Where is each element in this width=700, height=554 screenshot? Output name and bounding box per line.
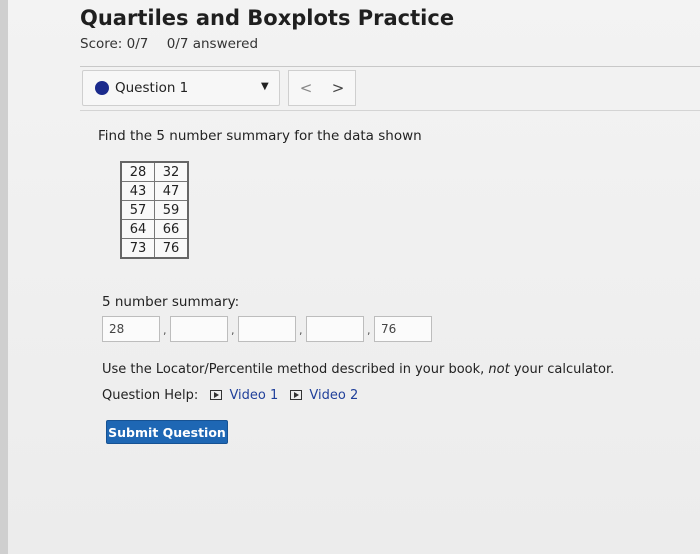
next-question-button[interactable]: > bbox=[325, 78, 351, 98]
question-nav-group: < > bbox=[288, 70, 356, 106]
question-status-dot-icon bbox=[95, 81, 109, 95]
video-2-link[interactable]: Video 2 bbox=[309, 388, 358, 403]
min-input[interactable] bbox=[102, 316, 160, 342]
data-table: 28 32 43 47 57 59 64 66 73 76 bbox=[120, 161, 189, 259]
separator: , bbox=[231, 324, 235, 337]
question-help: Question Help: Video 1 Video 2 bbox=[102, 388, 358, 403]
q1-input[interactable] bbox=[170, 316, 228, 342]
table-cell: 43 bbox=[120, 181, 155, 201]
page: Quartiles and Boxplots Practice Score: 0… bbox=[0, 0, 700, 554]
table-cell: 64 bbox=[120, 219, 155, 239]
score-row: Score: 0/7 0/7 answered bbox=[80, 36, 272, 52]
answered-text: 0/7 answered bbox=[166, 36, 259, 52]
table-row: 43 47 bbox=[120, 181, 189, 201]
instructions: Use the Locator/Percentile method descri… bbox=[102, 362, 615, 377]
submit-question-button[interactable]: Submit Question bbox=[106, 420, 228, 444]
window-edge bbox=[0, 0, 8, 554]
q3-input[interactable] bbox=[306, 316, 364, 342]
page-title: Quartiles and Boxplots Practice bbox=[80, 6, 455, 30]
table-cell: 76 bbox=[154, 238, 189, 259]
max-input[interactable] bbox=[374, 316, 432, 342]
summary-inputs: , , , , bbox=[102, 316, 442, 346]
table-cell: 47 bbox=[154, 181, 189, 201]
table-cell: 66 bbox=[154, 219, 189, 239]
table-cell: 28 bbox=[120, 161, 155, 182]
table-cell: 32 bbox=[154, 161, 189, 182]
median-input[interactable] bbox=[238, 316, 296, 342]
question-prompt: Find the 5 number summary for the data s… bbox=[98, 128, 422, 144]
divider bbox=[80, 110, 700, 111]
separator: , bbox=[367, 324, 371, 337]
video-play-icon bbox=[290, 390, 303, 400]
table-cell: 59 bbox=[154, 200, 189, 220]
summary-label: 5 number summary: bbox=[102, 294, 240, 310]
separator: , bbox=[163, 324, 167, 337]
video-1-link[interactable]: Video 1 bbox=[229, 388, 278, 403]
caret-down-icon: ▼ bbox=[261, 81, 269, 92]
question-dropdown[interactable]: Question 1 ▼ bbox=[82, 70, 280, 106]
video-play-icon bbox=[210, 390, 223, 400]
help-label: Question Help: bbox=[102, 388, 199, 403]
separator: , bbox=[299, 324, 303, 337]
table-cell: 57 bbox=[120, 200, 155, 220]
divider bbox=[80, 66, 700, 67]
previous-question-button[interactable]: < bbox=[293, 78, 319, 98]
table-cell: 73 bbox=[120, 238, 155, 259]
table-row: 57 59 bbox=[120, 200, 189, 220]
score-text: Score: 0/7 bbox=[80, 36, 149, 52]
table-row: 28 32 bbox=[120, 161, 189, 182]
table-row: 64 66 bbox=[120, 219, 189, 239]
table-row: 73 76 bbox=[120, 238, 189, 259]
question-dropdown-label: Question 1 bbox=[115, 80, 189, 96]
